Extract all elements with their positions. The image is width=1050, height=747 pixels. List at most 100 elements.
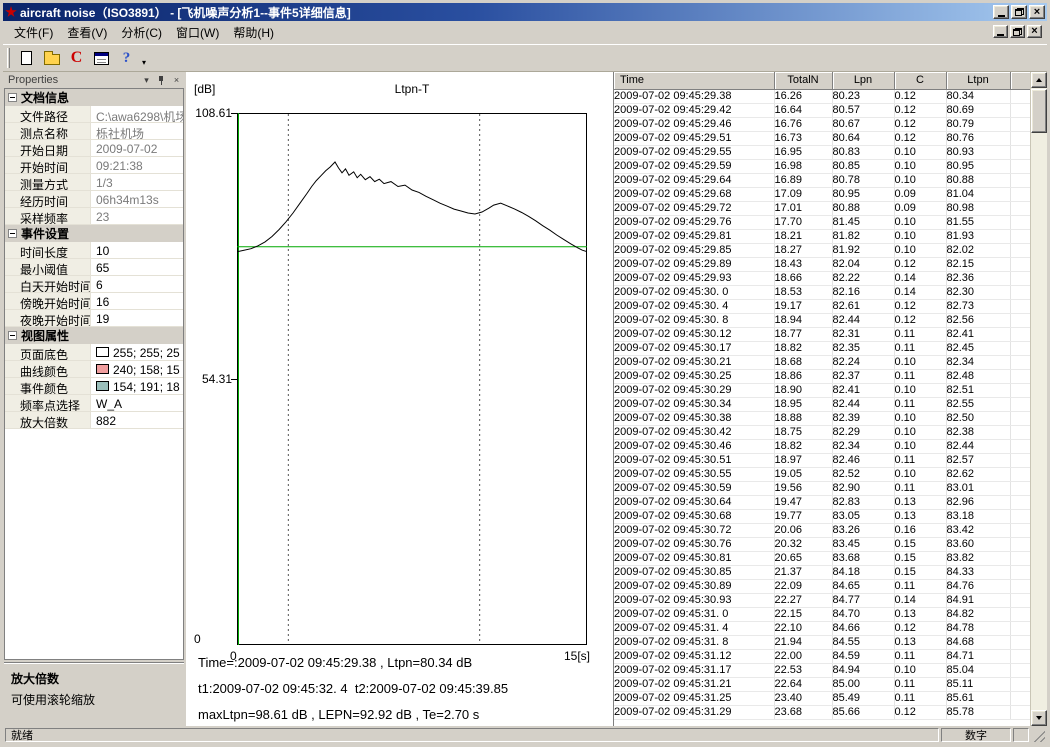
property-value[interactable]: 10: [91, 242, 183, 258]
col-header-ltpn[interactable]: Ltpn: [946, 72, 1010, 89]
table-row[interactable]: 2009-07-02 09:45:31. 821.9484.550.1384.6…: [614, 635, 1030, 649]
mdi-restore-button[interactable]: [1010, 25, 1025, 38]
table-row[interactable]: 2009-07-02 09:45:29.6416.8980.780.1080.8…: [614, 173, 1030, 187]
table-row[interactable]: 2009-07-02 09:45:30. 419.1782.610.1282.7…: [614, 299, 1030, 313]
table-row[interactable]: 2009-07-02 09:45:30.5919.5682.900.1183.0…: [614, 481, 1030, 495]
table-row[interactable]: 2009-07-02 09:45:29.8518.2781.920.1082.0…: [614, 243, 1030, 257]
table-row[interactable]: 2009-07-02 09:45:29.9318.6682.220.1482.3…: [614, 271, 1030, 285]
menu-view[interactable]: 查看(V): [60, 21, 114, 44]
table-row[interactable]: 2009-07-02 09:45:29.3816.2680.230.1280.3…: [614, 89, 1030, 103]
property-value[interactable]: 2009-07-02: [91, 140, 183, 156]
table-row[interactable]: 2009-07-02 09:45:31.1722.5384.940.1085.0…: [614, 663, 1030, 677]
table-row[interactable]: 2009-07-02 09:45:30. 818.9482.440.1282.5…: [614, 313, 1030, 327]
table-row[interactable]: 2009-07-02 09:45:29.4616.7680.670.1280.7…: [614, 117, 1030, 131]
open-file-button[interactable]: [39, 46, 64, 70]
table-row[interactable]: 2009-07-02 09:45:30.2918.9082.410.1082.5…: [614, 383, 1030, 397]
property-value[interactable]: 栎社机场: [91, 123, 183, 139]
property-value[interactable]: C:\awa6298\机场: [91, 106, 183, 122]
col-header-totaln[interactable]: TotalN: [774, 72, 832, 89]
table-row[interactable]: 2009-07-02 09:45:29.8918.4382.040.1282.1…: [614, 257, 1030, 271]
resize-grip[interactable]: [1031, 728, 1045, 742]
col-header-time[interactable]: Time: [614, 72, 774, 89]
property-value[interactable]: W_A: [91, 395, 183, 411]
property-value[interactable]: 16: [91, 293, 183, 309]
table-row[interactable]: 2009-07-02 09:45:30.8521.3784.180.1584.3…: [614, 565, 1030, 579]
c-weighting-button[interactable]: C: [64, 46, 89, 70]
close-button[interactable]: ×: [1029, 5, 1045, 19]
property-value[interactable]: 240; 158; 15: [91, 361, 183, 377]
property-section-header[interactable]: 事件设置: [5, 225, 183, 242]
table-row[interactable]: 2009-07-02 09:45:30.8120.6583.680.1583.8…: [614, 551, 1030, 565]
menu-file[interactable]: 文件(F): [7, 21, 60, 44]
collapse-minus-icon[interactable]: [8, 331, 17, 340]
chart-plot[interactable]: [237, 113, 587, 645]
table-row[interactable]: 2009-07-02 09:45:31.1222.0084.590.1184.7…: [614, 649, 1030, 663]
table-row[interactable]: 2009-07-02 09:45:29.7617.7081.450.1081.5…: [614, 215, 1030, 229]
table-row[interactable]: 2009-07-02 09:45:31.2122.6485.000.1185.1…: [614, 677, 1030, 691]
table-row[interactable]: 2009-07-02 09:45:31. 022.1584.700.1384.8…: [614, 607, 1030, 621]
property-value[interactable]: 154; 191; 18: [91, 378, 183, 394]
table-row[interactable]: 2009-07-02 09:45:30.4218.7582.290.1082.3…: [614, 425, 1030, 439]
scrollbar-thumb[interactable]: [1031, 89, 1047, 133]
collapse-minus-icon[interactable]: [8, 93, 17, 102]
table-row[interactable]: 2009-07-02 09:45:30.6819.7783.050.1383.1…: [614, 509, 1030, 523]
collapse-minus-icon[interactable]: [8, 229, 17, 238]
titlebar[interactable]: aircraft noise（ISO3891） - [飞机噪声分析1--事件5详…: [3, 3, 1047, 21]
table-row[interactable]: 2009-07-02 09:45:31.2523.4085.490.1185.6…: [614, 691, 1030, 705]
mdi-minimize-button[interactable]: [993, 25, 1008, 38]
property-value[interactable]: 06h34m13s: [91, 191, 183, 207]
property-value[interactable]: 882: [91, 412, 183, 428]
restore-button[interactable]: [1011, 5, 1027, 19]
table-row[interactable]: 2009-07-02 09:45:30.2118.6882.240.1082.3…: [614, 355, 1030, 369]
table-row[interactable]: 2009-07-02 09:45:30.6419.4782.830.1382.9…: [614, 495, 1030, 509]
table-row[interactable]: 2009-07-02 09:45:30.7220.0683.260.1683.4…: [614, 523, 1030, 537]
toolbar-gripper[interactable]: [7, 48, 10, 68]
properties-button[interactable]: [89, 46, 114, 70]
new-document-button[interactable]: [14, 46, 39, 70]
table-row[interactable]: 2009-07-02 09:45:30.7620.3283.450.1583.6…: [614, 537, 1030, 551]
help-button[interactable]: ?: [114, 46, 139, 70]
col-header-c[interactable]: C: [894, 72, 946, 89]
table-row[interactable]: 2009-07-02 09:45:29.5916.9880.850.1080.9…: [614, 159, 1030, 173]
panel-pin-icon[interactable]: [155, 74, 168, 86]
table-row[interactable]: 2009-07-02 09:45:30.5118.9782.460.1182.5…: [614, 453, 1030, 467]
table-row[interactable]: 2009-07-02 09:45:29.8118.2181.820.1081.9…: [614, 229, 1030, 243]
table-row[interactable]: 2009-07-02 09:45:30.5519.0582.520.1082.6…: [614, 467, 1030, 481]
menu-help[interactable]: 帮助(H): [226, 21, 281, 44]
property-section-header[interactable]: 视图属性: [5, 327, 183, 344]
table-row[interactable]: 2009-07-02 09:45:30.3418.9582.440.1182.5…: [614, 397, 1030, 411]
property-value[interactable]: 6: [91, 276, 183, 292]
table-row[interactable]: 2009-07-02 09:45:29.7217.0180.880.0980.9…: [614, 201, 1030, 215]
table-row[interactable]: 2009-07-02 09:45:29.5116.7380.640.1280.7…: [614, 131, 1030, 145]
table-row[interactable]: 2009-07-02 09:45:30.3818.8882.390.1082.5…: [614, 411, 1030, 425]
vertical-scrollbar[interactable]: [1030, 72, 1047, 726]
table-row[interactable]: 2009-07-02 09:45:29.6817.0980.950.0981.0…: [614, 187, 1030, 201]
panel-menu-chevron-icon[interactable]: ▾: [140, 74, 153, 86]
table-row[interactable]: 2009-07-02 09:45:30.1718.8282.350.1182.4…: [614, 341, 1030, 355]
table-row[interactable]: 2009-07-02 09:45:29.4216.6480.570.1280.6…: [614, 103, 1030, 117]
property-value[interactable]: 19: [91, 310, 183, 326]
property-section-header[interactable]: 文档信息: [5, 89, 183, 106]
scroll-up-button[interactable]: [1031, 72, 1047, 88]
property-value[interactable]: 09:21:38: [91, 157, 183, 173]
menu-window[interactable]: 窗口(W): [169, 21, 226, 44]
table-row[interactable]: 2009-07-02 09:45:31. 422.1084.660.1284.7…: [614, 621, 1030, 635]
table-row[interactable]: 2009-07-02 09:45:30.2518.8682.370.1182.4…: [614, 369, 1030, 383]
minimize-button[interactable]: [993, 5, 1009, 19]
scroll-down-button[interactable]: [1031, 710, 1047, 726]
panel-close-icon[interactable]: ×: [170, 74, 183, 86]
table-row[interactable]: 2009-07-02 09:45:31.2923.6885.660.1285.7…: [614, 705, 1030, 719]
property-value[interactable]: 1/3: [91, 174, 183, 190]
col-header-lpn[interactable]: Lpn: [832, 72, 894, 89]
property-value[interactable]: 23: [91, 208, 183, 224]
table-row[interactable]: 2009-07-02 09:45:30. 018.5382.160.1482.3…: [614, 285, 1030, 299]
table-row[interactable]: 2009-07-02 09:45:29.5516.9580.830.1080.9…: [614, 145, 1030, 159]
table-row[interactable]: 2009-07-02 09:45:30.1218.7782.310.1182.4…: [614, 327, 1030, 341]
property-value[interactable]: 65: [91, 259, 183, 275]
toolbar-overflow-button[interactable]: ▾: [142, 58, 146, 69]
table-row[interactable]: 2009-07-02 09:45:30.9322.2784.770.1484.9…: [614, 593, 1030, 607]
table-row[interactable]: 2009-07-02 09:45:30.4618.8282.340.1082.4…: [614, 439, 1030, 453]
table-row[interactable]: 2009-07-02 09:45:30.8922.0984.650.1184.7…: [614, 579, 1030, 593]
menu-analysis[interactable]: 分析(C): [114, 21, 169, 44]
property-value[interactable]: 255; 255; 25: [91, 344, 183, 360]
